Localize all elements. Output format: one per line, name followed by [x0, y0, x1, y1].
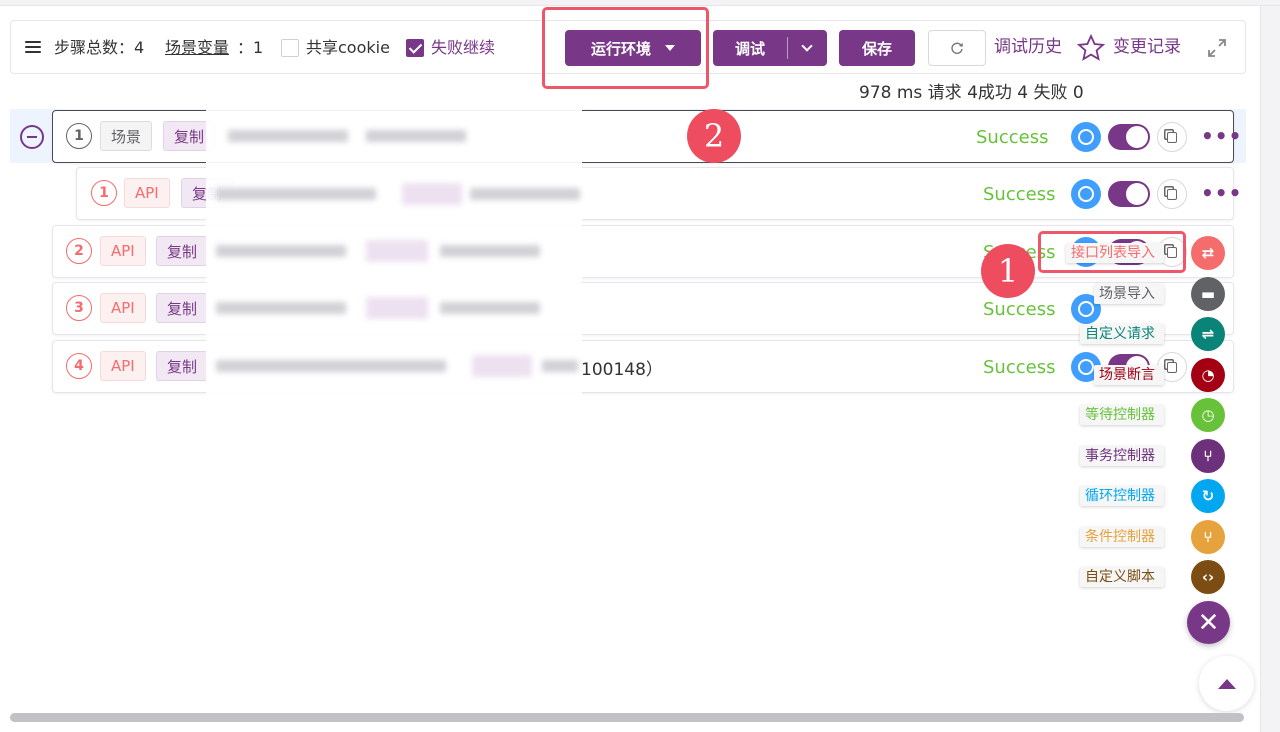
annotation-box-api-import: [1038, 231, 1186, 273]
top-border: [0, 0, 1280, 6]
run-step-icon[interactable]: [1071, 122, 1101, 152]
scene-variable-count: ：1: [237, 38, 264, 57]
add-menu-label[interactable]: 等待控制器: [1080, 405, 1164, 425]
step-type-tag: API: [100, 293, 146, 323]
continue-on-fail-checkbox[interactable]: [406, 39, 424, 57]
annotation-box-run-environment: [542, 7, 709, 89]
add-menu-label[interactable]: 自定义脚本: [1080, 567, 1164, 587]
refresh-icon: [951, 42, 963, 54]
change-log-link[interactable]: 变更记录: [1113, 37, 1181, 57]
share-cookie-checkbox[interactable]: [281, 39, 299, 57]
step-index: 1: [91, 180, 117, 206]
horizontal-scrollbar[interactable]: [10, 713, 1244, 722]
step-index: 4: [66, 353, 92, 379]
step-type-tag: API: [100, 351, 146, 381]
continue-on-fail-label[interactable]: 失败继续: [431, 38, 495, 58]
step-type-tag: API: [100, 236, 146, 266]
copy-tag[interactable]: 复制: [156, 236, 209, 266]
step-status: Success: [983, 299, 1056, 320]
vertical-scrollbar-track[interactable]: [1260, 6, 1280, 732]
step-name-tail: 100148）: [581, 360, 663, 380]
custom-request-icon[interactable]: ⇌: [1191, 317, 1225, 351]
run-step-icon[interactable]: [1071, 179, 1101, 209]
save-button[interactable]: 保存: [839, 30, 915, 66]
collapse-icon[interactable]: [20, 125, 44, 149]
step-status: Success: [983, 184, 1056, 205]
menu-icon[interactable]: [25, 41, 41, 53]
custom-script-icon[interactable]: ‹›: [1191, 560, 1225, 594]
copy-tag[interactable]: 复制: [156, 293, 209, 323]
close-menu-button[interactable]: ✕: [1187, 601, 1230, 644]
debug-history-link[interactable]: 调试历史: [994, 37, 1062, 57]
add-menu-label[interactable]: 自定义请求: [1080, 324, 1164, 344]
scene-import-icon[interactable]: ▬: [1191, 276, 1225, 311]
step-status: Success: [983, 357, 1056, 378]
fullscreen-icon[interactable]: [1207, 38, 1227, 58]
add-menu-label[interactable]: 场景导入: [1094, 283, 1164, 304]
loop-controller-icon[interactable]: ↻: [1191, 479, 1225, 513]
add-menu-label[interactable]: 事务控制器: [1080, 445, 1164, 466]
add-menu-label[interactable]: 场景断言: [1094, 364, 1164, 385]
add-menu-label[interactable]: 条件控制器: [1080, 526, 1164, 547]
redacted-step-names: [206, 108, 582, 408]
step-type-tag: API: [124, 178, 170, 208]
step-index: 3: [66, 295, 92, 321]
more-icon[interactable]: •••: [1201, 181, 1242, 205]
if-controller-icon[interactable]: ⑂: [1191, 519, 1225, 554]
debug-label: 调试: [734, 39, 765, 58]
wait-controller-icon[interactable]: ◷: [1191, 398, 1225, 432]
add-menu-label[interactable]: 循环控制器: [1080, 486, 1164, 506]
api-import-icon[interactable]: ⇄: [1191, 236, 1225, 270]
step-index: 2: [66, 238, 92, 264]
annotation-marker-1: 1: [981, 244, 1035, 298]
debug-button[interactable]: 调试: [713, 30, 827, 66]
share-cookie-label[interactable]: 共享cookie: [306, 38, 390, 58]
step-total: 步骤总数：4: [54, 38, 145, 57]
run-summary: 978 ms 请求 4成功 4 失败 0: [859, 83, 1084, 103]
scene-assert-icon[interactable]: ◔: [1191, 357, 1225, 392]
step-enable-toggle[interactable]: [1108, 181, 1150, 207]
scene-variable-link[interactable]: 场景变量: [165, 38, 229, 58]
step-status: Success: [976, 127, 1049, 148]
transaction-controller-icon[interactable]: ⑂: [1191, 438, 1225, 473]
more-icon[interactable]: •••: [1201, 124, 1242, 148]
copy-step-icon[interactable]: [1157, 122, 1187, 152]
back-to-top-button[interactable]: [1199, 656, 1254, 711]
step-enable-toggle[interactable]: [1108, 124, 1150, 150]
debug-dropdown-icon[interactable]: [788, 40, 826, 52]
step-index: 1: [66, 123, 92, 149]
copy-step-icon[interactable]: [1157, 179, 1187, 209]
step-type-tag: 场景: [100, 121, 153, 151]
annotation-marker-2: 2: [687, 109, 741, 163]
copy-tag[interactable]: 复制: [156, 351, 209, 381]
star-icon[interactable]: [1077, 34, 1105, 61]
refresh-button[interactable]: [928, 30, 986, 66]
